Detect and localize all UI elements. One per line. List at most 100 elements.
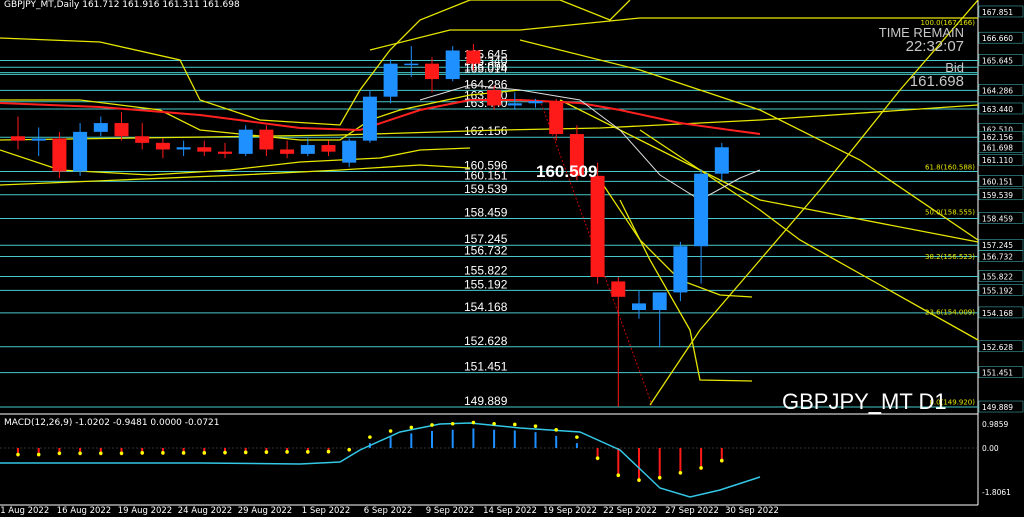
trend-line: [0, 147, 471, 176]
macd-signal-dot: [492, 421, 496, 426]
macd-signal-dot: [720, 458, 724, 463]
price-tick-label: 154.168: [982, 309, 1013, 318]
candle-body: [383, 63, 398, 97]
macd-signal-dot: [450, 421, 455, 426]
current-price-label: 160.509: [536, 162, 597, 181]
bid-value: 161.698: [909, 73, 964, 90]
candle-body: [466, 50, 481, 64]
macd-signal-dot: [243, 450, 248, 455]
candle-body: [590, 175, 605, 278]
price-chart[interactable]: 165.340165.014165.645165.096164.286163.7…: [0, 0, 1024, 517]
level-label: 160.151: [464, 168, 508, 182]
time-axis-label: 19 Aug 2022: [118, 506, 172, 516]
candle-body: [425, 63, 439, 80]
level-label: 152.628: [464, 334, 508, 348]
macd-tick-label: 0.9859: [982, 420, 1008, 429]
candle-body: [549, 101, 564, 135]
price-tick-label: 160.151: [982, 177, 1013, 186]
macd-signal-dot: [575, 435, 579, 439]
macd-signal-dot: [306, 450, 310, 454]
time-axis-label: 30 Sep 2022: [725, 506, 779, 516]
price-tick-label: 152.628: [982, 343, 1013, 352]
macd-signal-dot: [119, 451, 124, 456]
level-label: 151.451: [464, 360, 508, 374]
macd-signal-dot: [347, 447, 352, 452]
macd-tick-label: -1.8061: [982, 488, 1011, 497]
candle-body: [445, 50, 460, 80]
macd-signal-dot: [657, 475, 662, 480]
macd-signal-dot: [471, 420, 476, 425]
macd-signal-dot: [637, 478, 641, 482]
candle-body: [218, 151, 232, 154]
candle-body: [362, 96, 377, 141]
price-tick-label: 156.732: [982, 253, 1013, 262]
price-tick-label: 149.889: [982, 403, 1013, 412]
macd-signal-dot: [326, 449, 331, 454]
candle-body: [31, 138, 46, 141]
candle-body: [93, 123, 108, 132]
macd-signal-dot: [161, 451, 165, 455]
price-tick-label: 165.645: [982, 56, 1013, 65]
trend-line: [470, 0, 631, 21]
candle-body: [507, 103, 522, 106]
level-label: 163.440: [464, 96, 508, 110]
macd-signal-dot: [16, 452, 20, 457]
level-label: 158.459: [464, 206, 508, 220]
level-label: 156.732: [464, 244, 508, 258]
candle-body: [714, 147, 729, 174]
macd-signal-dot: [285, 450, 289, 454]
price-tick-label: 162.156: [982, 133, 1013, 142]
time-axis-label: 27 Sep 2022: [665, 506, 719, 516]
macd-signal-dot: [368, 435, 372, 439]
candle-body: [197, 147, 212, 152]
price-tick-label: 157.245: [982, 241, 1013, 250]
macd-signal-dot: [181, 451, 186, 455]
candle-body: [135, 136, 150, 143]
macd-label: MACD(12,26,9) -1.0202 -0.9481 0.0000 -0.…: [4, 418, 220, 428]
time-axis-label: 1 Sep 2022: [302, 506, 350, 516]
macd-signal-dot: [699, 466, 703, 470]
price-tick-label: 164.286: [982, 86, 1013, 95]
chart-symbol-label: GBPJPY_MT D1: [782, 389, 947, 414]
candle-body: [155, 142, 170, 150]
candle-body: [611, 281, 626, 297]
price-tick-label: 158.459: [982, 215, 1013, 224]
level-label: 154.168: [464, 300, 508, 314]
candle-body: [280, 149, 295, 154]
price-tick-label: 155.192: [982, 286, 1013, 295]
macd-signal-dot: [223, 450, 227, 455]
time-axis-label: 22 Sep 2022: [603, 506, 657, 516]
macd-signal-dot: [678, 470, 683, 475]
macd-signal-dot: [554, 428, 558, 432]
level-label: 159.539: [464, 182, 508, 196]
macd-signal-dot: [595, 456, 600, 460]
macd-signal-dot: [513, 422, 517, 427]
fib-level-label: 38.2(156.523): [925, 253, 975, 261]
time-axis-label: 24 Aug 2022: [178, 506, 232, 516]
macd-signal-dot: [36, 452, 41, 457]
price-tick-label: 155.822: [982, 273, 1013, 282]
price-tick-label: 159.539: [982, 191, 1013, 200]
time-axis-label: 6 Sep 2022: [364, 506, 412, 516]
trend-line: [559, 99, 979, 243]
macd-signal-dot: [78, 451, 82, 456]
macd-signal-dot: [533, 424, 538, 428]
time-axis-label: 11 Aug 2022: [0, 506, 49, 516]
level-label: 155.822: [464, 264, 508, 278]
candle-body: [73, 131, 88, 172]
candle-body: [114, 123, 129, 137]
candle-body: [632, 303, 646, 311]
level-label: 149.889: [464, 394, 508, 408]
price-tick-label: 161.110: [982, 156, 1013, 165]
time-axis-label: 29 Aug 2022: [238, 506, 292, 516]
price-tick-label: 161.698: [982, 143, 1013, 152]
candle-body: [321, 145, 336, 152]
candle-body: [528, 101, 543, 104]
macd-signal-dot: [430, 423, 434, 427]
price-tick-label: 163.440: [982, 105, 1013, 114]
time-axis-label: 19 Sep 2022: [543, 506, 597, 516]
price-tick-label: 167.851: [982, 8, 1013, 17]
price-tick-label: 166.660: [982, 34, 1013, 43]
level-label: 155.192: [464, 277, 508, 291]
candle-body: [694, 173, 709, 247]
